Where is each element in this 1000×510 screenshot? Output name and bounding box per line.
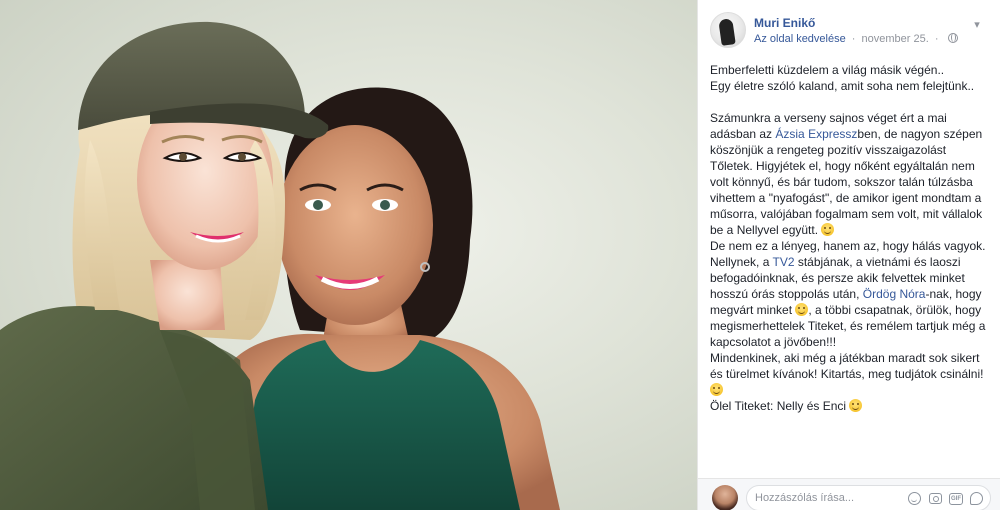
smiley-icon <box>710 383 723 396</box>
selfie-image <box>0 21 560 510</box>
smiley-icon <box>821 223 835 236</box>
post-text: Emberfeletti küzdelem a világ másik végé… <box>710 62 990 414</box>
comment-bar: GIF <box>698 478 1000 510</box>
author-name[interactable]: Muri Enikő <box>754 16 815 30</box>
text-paragraph: Számunkra a verseny sajnos véget ért a m… <box>710 110 990 238</box>
post-meta: Az oldal kedvelése · november 25. · <box>754 33 958 45</box>
post-date[interactable]: november 25. <box>862 33 929 45</box>
text-paragraph: Nellynek, a TV2 stábjának, a vietnámi és… <box>710 254 990 350</box>
sticker-icon[interactable] <box>970 492 983 505</box>
text-paragraph: Mindenkinek, aki még a játékban maradt s… <box>710 350 990 398</box>
like-page-link[interactable]: Az oldal kedvelése <box>754 33 846 45</box>
post-header: Muri Enikő Az oldal kedvelése · november… <box>710 12 988 48</box>
post-photo[interactable] <box>0 0 697 510</box>
smiley-icon <box>849 399 863 412</box>
text-span: ben, de nagyon szépen köszönjük a renget… <box>710 127 983 237</box>
text-span: Nellynek, a <box>710 255 773 269</box>
chevron-down-icon[interactable]: ▾ <box>968 16 986 34</box>
tv2-link[interactable]: TV2 <box>772 255 794 269</box>
text-paragraph: De nem ez a lényeg, hanem az, hogy hálás… <box>710 239 986 253</box>
text-span: Ölel Titeket: Nelly és Enci <box>710 399 847 413</box>
azsia-expressz-link[interactable]: Ázsia Expressz <box>775 127 857 141</box>
author-avatar[interactable] <box>710 12 746 48</box>
text-paragraph: Ölel Titeket: Nelly és Enci <box>710 398 990 414</box>
text-line: Emberfeletti küzdelem a világ másik végé… <box>710 63 945 77</box>
ordog-nora-link[interactable]: Ördög Nóra <box>863 287 926 301</box>
gif-icon[interactable]: GIF <box>949 493 963 505</box>
smiley-icon <box>795 303 809 316</box>
meta-separator: · <box>934 33 939 45</box>
globe-icon <box>947 33 958 43</box>
camera-icon[interactable] <box>929 493 942 504</box>
emoji-icon[interactable] <box>908 492 921 505</box>
meta-separator: · <box>851 33 856 45</box>
text-span: Mindenkinek, aki még a játékban maradt s… <box>710 351 984 381</box>
post-panel: Muri Enikő Az oldal kedvelése · november… <box>697 0 1000 510</box>
viewer-avatar <box>712 485 738 510</box>
text-line: Egy életre szóló kaland, amit soha nem f… <box>710 79 975 93</box>
